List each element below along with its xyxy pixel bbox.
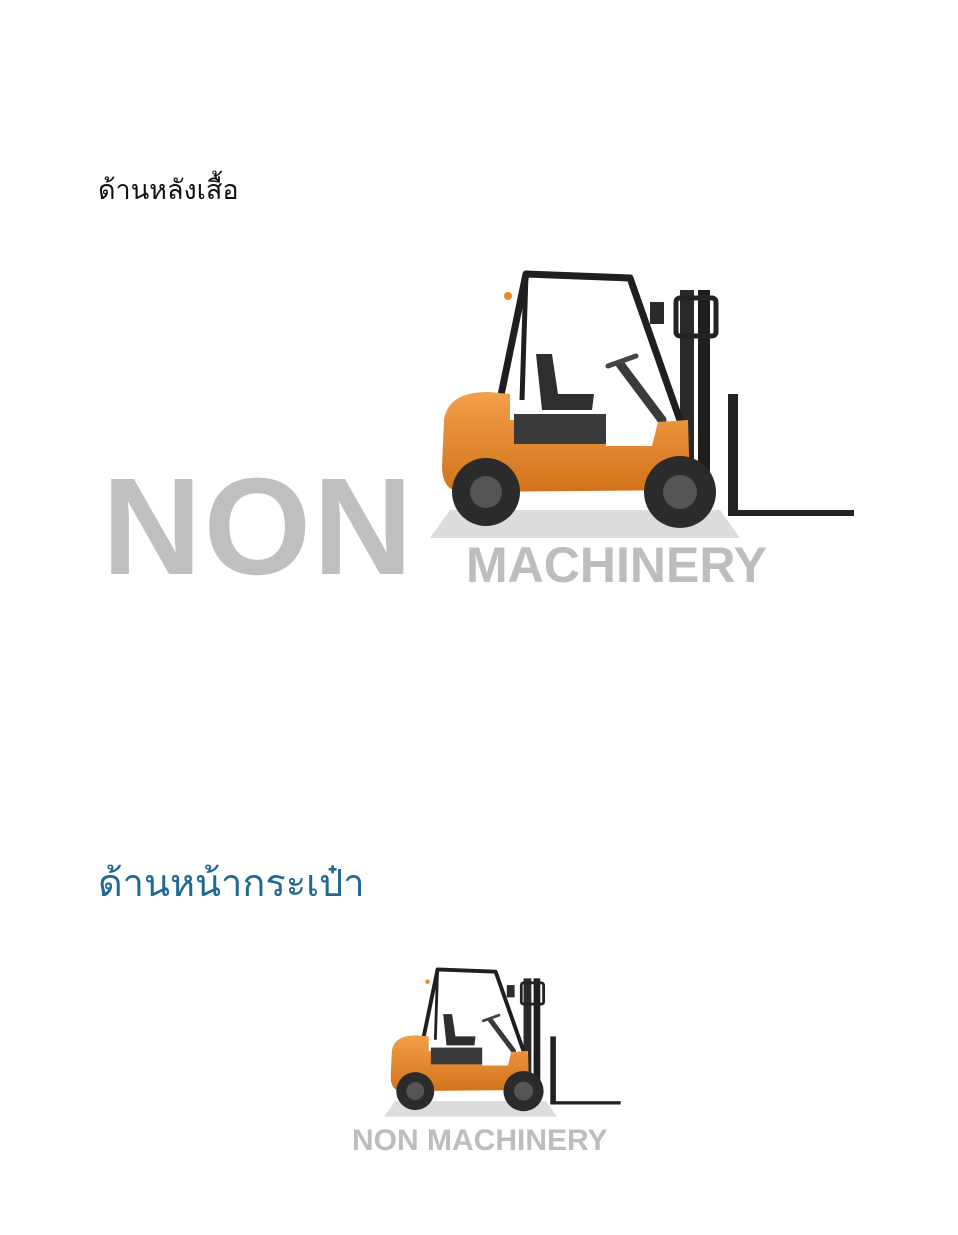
forklift-icon bbox=[384, 967, 621, 1117]
watermark-non-machinery: NON MACHINERY bbox=[352, 1124, 608, 1157]
front-bag-heading: ด้านหน้ากระเป๋า bbox=[98, 861, 365, 905]
back-shirt-heading: ด้านหลังเสื้อ bbox=[98, 175, 239, 206]
watermark-machinery: MACHINERY bbox=[466, 537, 767, 593]
watermark-non: NON bbox=[102, 450, 415, 604]
forklift-icon bbox=[430, 270, 854, 538]
